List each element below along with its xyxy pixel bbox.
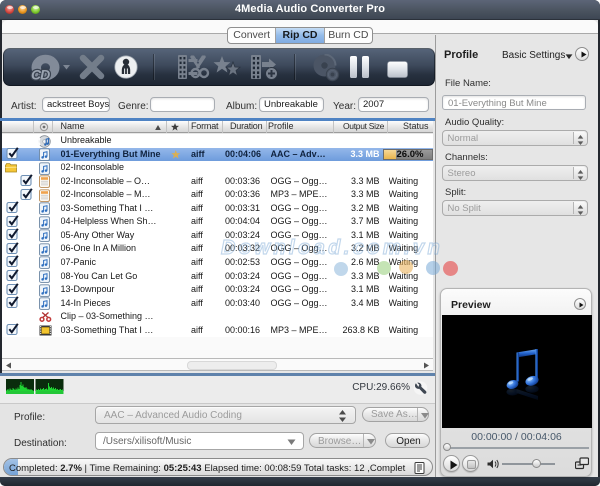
svg-text:CD: CD (31, 67, 50, 83)
